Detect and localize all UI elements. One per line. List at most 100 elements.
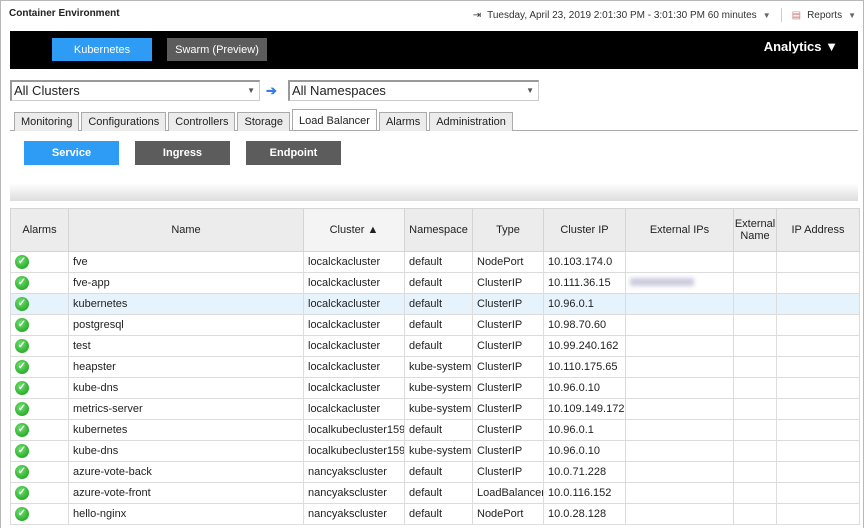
external-name-cell: [733, 314, 777, 336]
service-button[interactable]: Service: [24, 141, 119, 165]
type-cell: ClusterIP: [472, 398, 544, 420]
external-ips-cell: [625, 503, 734, 525]
chevron-down-icon: ▼: [526, 86, 534, 95]
swarm-button[interactable]: Swarm (Preview): [167, 38, 267, 61]
alarm-cell: ✓: [10, 440, 69, 462]
cluster-select[interactable]: All Clusters ▼: [10, 80, 260, 101]
check-circle-icon: ✓: [15, 423, 29, 437]
type-cell: ClusterIP: [472, 356, 544, 378]
table-row[interactable]: ✓ azure-vote-back nancyakscluster default Cl…: [10, 461, 860, 483]
endpoint-button[interactable]: Endpoint: [246, 141, 341, 165]
check-circle-icon: ✓: [15, 339, 29, 353]
chevron-down-icon[interactable]: ▼: [763, 11, 771, 20]
type-cell: ClusterIP: [472, 440, 544, 462]
name-cell: kube-dns: [68, 440, 304, 462]
namespace-cell: default: [404, 293, 473, 315]
external-name-cell: [733, 272, 777, 294]
cluster-ip-cell: 10.98.70.60: [543, 314, 626, 336]
ip-address-cell: [776, 398, 860, 420]
table-row[interactable]: ✓ azure-vote-front nancyakscluster default L…: [10, 482, 860, 504]
table-row[interactable]: ✓ kubernetes localckacluster default Cluster…: [10, 293, 860, 315]
cluster-ip-cell: 10.0.116.152: [543, 482, 626, 504]
namespace-cell: default: [404, 482, 473, 504]
table-row[interactable]: ✓ hello-nginx nancyakscluster default NodePo…: [10, 503, 860, 525]
table-row[interactable]: ✓ fve-app localckacluster default ClusterIP 1…: [10, 272, 860, 294]
external-name-cell: [733, 482, 777, 504]
reports-menu[interactable]: Reports: [807, 10, 842, 21]
check-circle-icon: ✓: [15, 381, 29, 395]
external-ips-cell: [625, 398, 734, 420]
column-header[interactable]: Alarms: [10, 208, 69, 252]
cluster-ip-cell: 10.111.36.15: [543, 272, 626, 294]
tab-monitoring[interactable]: Monitoring: [14, 112, 80, 131]
alarm-cell: ✓: [10, 335, 69, 357]
ip-address-cell: [776, 335, 860, 357]
alarm-cell: ✓: [10, 272, 69, 294]
alarm-cell: ✓: [10, 293, 69, 315]
table-row[interactable]: ✓ kubernetes localkubecluster159 default Clu…: [10, 419, 860, 441]
time-range-selector[interactable]: Tuesday, April 23, 2019 2:01:30 PM - 3:0…: [487, 10, 757, 21]
analytics-menu[interactable]: Analytics ▼: [764, 39, 838, 54]
type-cell: ClusterIP: [472, 377, 544, 399]
tab-load-balancer[interactable]: Load Balancer: [292, 109, 377, 130]
name-cell: fve: [68, 251, 304, 273]
column-header[interactable]: Namespace: [404, 208, 473, 252]
external-name-cell: [733, 356, 777, 378]
check-circle-icon: ✓: [15, 444, 29, 458]
column-header[interactable]: Name: [68, 208, 304, 252]
column-header[interactable]: External IPs: [625, 208, 734, 252]
type-cell: ClusterIP: [472, 419, 544, 441]
name-cell: kubernetes: [68, 293, 304, 315]
external-ips-cell: [625, 314, 734, 336]
ip-address-cell: [776, 377, 860, 399]
type-cell: NodePort: [472, 503, 544, 525]
check-circle-icon: ✓: [15, 402, 29, 416]
cluster-select-value: All Clusters: [14, 83, 80, 98]
namespace-select[interactable]: All Namespaces ▼: [288, 80, 539, 101]
ip-address-cell: [776, 251, 860, 273]
tab-storage[interactable]: Storage: [237, 112, 291, 131]
services-table: Alarms Name Cluster ▲ Namespace Type Cluster …: [10, 208, 860, 525]
external-name-cell: [733, 377, 777, 399]
kubernetes-button[interactable]: Kubernetes: [52, 38, 152, 61]
column-header[interactable]: Type: [472, 208, 544, 252]
tab-configurations[interactable]: Configurations: [81, 112, 167, 131]
table-row[interactable]: ✓ postgresql localckacluster default Cluster…: [10, 314, 860, 336]
check-circle-icon: ✓: [15, 276, 29, 290]
table-row[interactable]: ✓ kube-dns localkubecluster159 kube-system C…: [10, 440, 860, 462]
tab-controllers[interactable]: Controllers: [168, 112, 236, 131]
table-row[interactable]: ✓ kube-dns localckacluster kube-system Clust…: [10, 377, 860, 399]
tab-administration[interactable]: Administration: [429, 112, 513, 131]
table-row[interactable]: ✓ metrics-server localckacluster kube-syste…: [10, 398, 860, 420]
ip-address-cell: [776, 293, 860, 315]
table-row[interactable]: ✓ heapster localckacluster kube-system Clust…: [10, 356, 860, 378]
cluster-cell: localckacluster: [303, 314, 405, 336]
namespace-cell: default: [404, 503, 473, 525]
alarm-cell: ✓: [10, 503, 69, 525]
external-name-cell: [733, 461, 777, 483]
column-header[interactable]: External Name: [733, 208, 777, 252]
name-cell: hello-nginx: [68, 503, 304, 525]
page-title: Container Environment: [9, 8, 120, 19]
column-header[interactable]: Cluster IP: [543, 208, 626, 252]
tab-alarms[interactable]: Alarms: [378, 112, 428, 131]
alarm-cell: ✓: [10, 398, 69, 420]
external-ips-cell: [625, 461, 734, 483]
external-ips-cell: [625, 482, 734, 504]
type-cell: LoadBalancer: [472, 482, 544, 504]
cluster-ip-cell: 10.96.0.1: [543, 419, 626, 441]
column-header[interactable]: Cluster ▲: [303, 208, 405, 252]
ingress-button[interactable]: Ingress: [135, 141, 230, 165]
reports-icon: ▤: [791, 9, 802, 21]
check-circle-icon: ✓: [15, 255, 29, 269]
check-circle-icon: ✓: [15, 360, 29, 374]
chevron-down-icon[interactable]: ▼: [848, 11, 856, 20]
column-header[interactable]: IP Address: [776, 208, 860, 252]
ip-address-cell: [776, 461, 860, 483]
namespace-cell: default: [404, 272, 473, 294]
table-row[interactable]: ✓ test localckacluster default ClusterIP 10.9…: [10, 335, 860, 357]
alarm-cell: ✓: [10, 461, 69, 483]
table-row[interactable]: ✓ fve localckacluster default NodePort 10.103…: [10, 251, 860, 273]
type-cell: ClusterIP: [472, 335, 544, 357]
check-circle-icon: ✓: [15, 486, 29, 500]
